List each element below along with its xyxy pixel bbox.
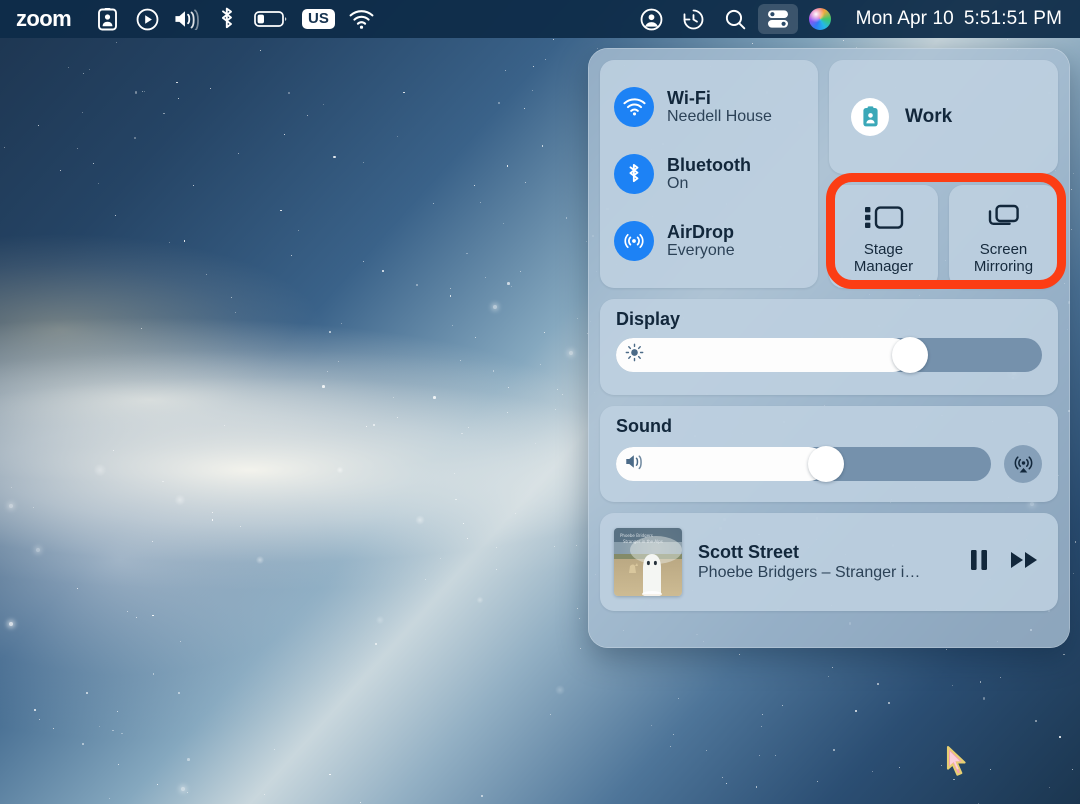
stage-manager-button[interactable]: Stage Manager [829,185,938,288]
svg-text:Phoebe Bridgers: Phoebe Bridgers [620,533,653,538]
brightness-icon [625,343,644,367]
bluetooth-icon[interactable] [614,154,654,194]
search-icon[interactable] [716,4,756,34]
display-brightness-slider[interactable] [616,338,1042,372]
sound-volume-slider[interactable] [616,447,991,481]
screen-mirroring-label: Screen Mirroring [974,242,1033,276]
zoom-app-menu[interactable]: zoom [14,6,87,32]
wifi-icon[interactable] [342,4,382,34]
siri-orb-icon[interactable] [800,4,840,34]
display-slider-row [616,338,1042,372]
display-slider-knob[interactable] [892,337,928,373]
display-slider-fill [616,338,910,372]
control-center-tile-row: Stage Manager Screen [829,185,1058,288]
sound-slider-fill [616,447,826,481]
sound-title: Sound [616,416,1042,437]
screen-mirroring-label-line1: Screen [980,241,1028,258]
display-module: Display [600,299,1058,395]
bluetooth-status: On [667,175,751,193]
stage-manager-label: Stage Manager [854,242,913,276]
wifi-icon[interactable] [614,87,654,127]
track-artist-album: Phoebe Bridgers – Stranger i… [698,563,920,582]
stage-manager-label-line1: Stage [864,241,903,258]
sound-slider-row [616,445,1042,483]
mouse-pointer [945,745,969,782]
screen-mirroring-icon [986,203,1022,236]
stage-manager-label-line2: Manager [854,258,913,275]
keyboard-input-badge[interactable]: US [295,4,342,34]
connectivity-module: Wi-Fi Needell House Bluetooth On [600,60,818,288]
bluetooth-title: Bluetooth [667,155,751,175]
fast-forward-icon[interactable] [1010,549,1040,576]
wifi-network-name: Needell House [667,108,772,126]
control-center-panel: Wi-Fi Needell House Bluetooth On [588,48,1070,648]
airdrop-icon[interactable] [614,221,654,261]
control-center-top-row: Wi-Fi Needell House Bluetooth On [600,60,1058,288]
desktop: zoom [0,0,1080,804]
screen-mirroring-button[interactable]: Screen Mirroring [949,185,1058,288]
id-badge-icon [851,98,889,136]
play-circle-icon[interactable] [127,4,167,34]
bluetooth-icon[interactable] [207,4,247,34]
now-playing-module: Phoebe Bridgers Stranger in the Alps Sco… [600,513,1058,611]
menu-bar-right-group: Mon Apr 10 5:51:51 PM [632,4,1080,34]
now-playing-text: Scott Street Phoebe Bridgers – Stranger … [698,542,920,583]
time-machine-icon[interactable] [674,4,714,34]
sound-slider-knob[interactable] [808,446,844,482]
svg-text:Stranger in the Alps: Stranger in the Alps [623,539,663,544]
screen-mirroring-label-line2: Mirroring [974,258,1033,275]
bluetooth-control[interactable]: Bluetooth On [614,154,818,194]
siri-orb-shape [809,8,831,30]
airdrop-text: AirDrop Everyone [667,222,735,260]
wifi-control[interactable]: Wi-Fi Needell House [614,87,818,127]
airdrop-title: AirDrop [667,222,735,242]
wifi-title: Wi-Fi [667,88,772,108]
volume-icon[interactable] [167,4,207,34]
bluetooth-text: Bluetooth On [667,155,751,193]
control-center-top-right-column: Work Stage [829,60,1058,288]
id-badge-icon[interactable] [87,4,127,34]
menu-bar: zoom [0,0,1080,38]
wifi-text: Wi-Fi Needell House [667,88,772,126]
airplay-audio-icon[interactable] [1004,445,1042,483]
sound-module: Sound [600,406,1058,502]
speaker-icon [625,453,647,475]
battery-icon[interactable] [247,4,295,34]
clock-date: Mon Apr 10 [856,8,954,29]
airdrop-visibility: Everyone [667,242,735,260]
menu-bar-clock[interactable]: Mon Apr 10 5:51:51 PM [842,8,1062,30]
airdrop-control[interactable]: AirDrop Everyone [614,221,818,261]
track-title: Scott Street [698,542,920,564]
keyboard-input-label: US [302,9,335,29]
menu-bar-left-group: zoom [0,4,382,34]
clock-time: 5:51:51 PM [964,8,1062,29]
user-account-icon[interactable] [632,4,672,34]
stage-manager-icon [864,203,904,236]
pause-icon[interactable] [968,547,990,578]
focus-mode-label: Work [905,106,952,128]
control-center-icon[interactable] [758,4,798,34]
display-title: Display [616,309,1042,330]
now-playing-controls [968,547,1040,578]
focus-module[interactable]: Work [829,60,1058,174]
album-art-stranger-in-the-alps[interactable]: Phoebe Bridgers Stranger in the Alps [614,528,682,596]
